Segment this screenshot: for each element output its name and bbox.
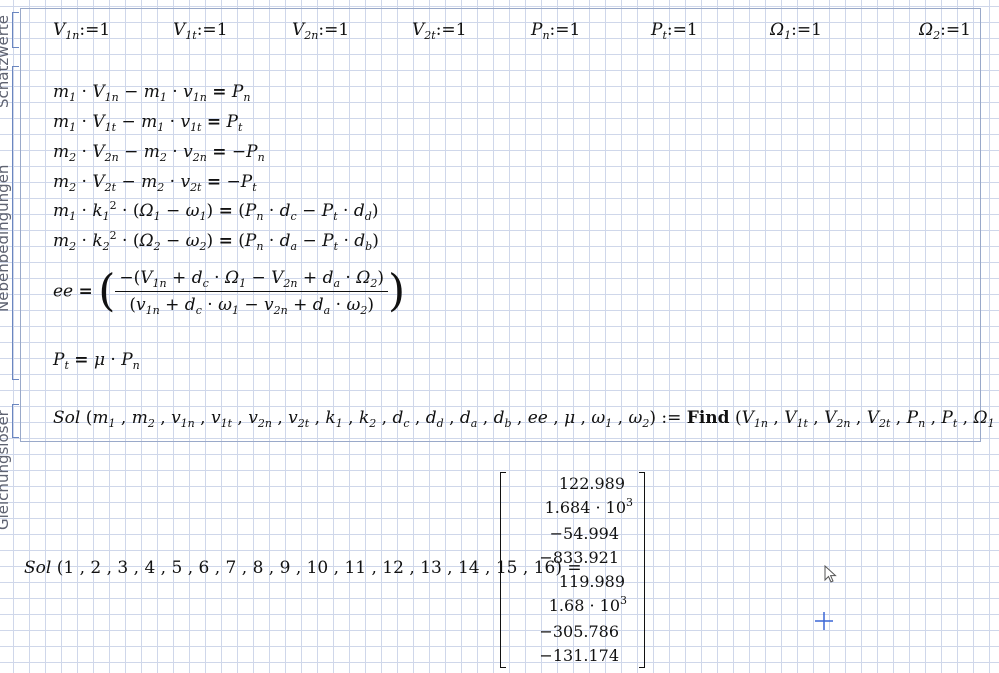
gleichungsloeser-label: Gleichungslöser: [0, 410, 12, 530]
gleichungsloeser-bracket: [12, 404, 19, 438]
crosshair-cursor-icon: [815, 612, 833, 630]
constraint-eq-6[interactable]: m2 · k22 · (Ω2 − ω2) = (Pn · da − Pt · d…: [53, 230, 379, 252]
guess-row: V1n:=1 V1t:=1 V2n:=1 V2t:=1 Pn:=1 Pt:=1 …: [0, 20, 999, 44]
find-keyword: Find: [686, 408, 730, 428]
nebenbedingungen-bracket: [12, 66, 19, 380]
result-cell-5: 119.989: [558, 572, 625, 591]
constraint-eq-4[interactable]: m2 · V2t − m2 · v2t = −Pt: [53, 172, 257, 193]
result-cell-1: 122.989: [558, 474, 625, 493]
constraint-eq-5[interactable]: m1 · k12 · (Ω1 − ω1) = (Pn · dc − Pt · d…: [53, 200, 378, 222]
find-definition[interactable]: Sol (m1 , m2 , v1n , v1t , v2n , v2t , k…: [53, 408, 999, 429]
matrix-left-bracket: [500, 472, 506, 668]
constraint-eq-2[interactable]: m1 · V1t − m1 · v1t = Pt: [53, 112, 242, 133]
matrix-right-bracket: [639, 472, 645, 668]
guess-pt[interactable]: Pt:=1: [651, 20, 698, 41]
mouse-pointer-icon: [824, 565, 837, 583]
guess-v2t[interactable]: V2t:=1: [412, 20, 467, 41]
guess-v1t[interactable]: V1t:=1: [173, 20, 228, 41]
result-cell-4: −833.921: [539, 548, 619, 567]
constraint-eq-friction[interactable]: Pt = μ · Pn: [53, 350, 140, 371]
call-args: 1 , 2 , 3 , 4 , 5 , 6 , 7 , 8 , 9 , 10 ,…: [63, 558, 556, 578]
result-cell-6: 1.68 · 103: [548, 594, 627, 615]
guess-v1n[interactable]: V1n:=1: [53, 20, 110, 41]
evaluation-expression[interactable]: Sol (1 , 2 , 3 , 4 , 5 , 6 , 7 , 8 , 9 ,…: [24, 558, 582, 578]
result-cell-7: −305.786: [539, 622, 619, 641]
guess-omega1[interactable]: Ω1:=1: [770, 20, 822, 41]
guess-v2n[interactable]: V2n:=1: [292, 20, 349, 41]
result-cell-8: −131.174: [539, 646, 619, 665]
nebenbedingungen-label: Nebenbedingungen: [0, 164, 12, 312]
result-cell-3: −54.994: [549, 524, 619, 543]
result-matrix[interactable]: 122.989 1.684 · 103 −54.994 −833.921 119…: [500, 472, 645, 668]
guess-pn[interactable]: Pn:=1: [531, 20, 580, 41]
result-cell-2: 1.684 · 103: [544, 496, 633, 517]
solve-block-frame: [20, 8, 981, 442]
constraint-eq-3[interactable]: m2 · V2n − m2 · v2n = −Pn: [53, 142, 265, 163]
constraint-eq-ee[interactable]: ee = ( −(V1n + dc · Ω1 − V2n + da · Ω2) …: [53, 268, 405, 316]
constraint-eq-1[interactable]: m1 · V1n − m1 · v1n = Pn: [53, 82, 250, 103]
guess-omega2[interactable]: Ω2:=1: [919, 20, 971, 41]
